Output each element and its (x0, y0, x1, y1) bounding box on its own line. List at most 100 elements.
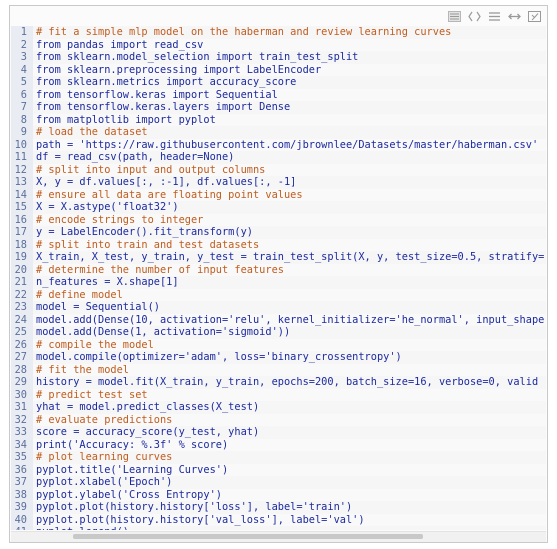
line-number: 18 (11, 238, 33, 251)
line-number: 29 (11, 376, 33, 389)
code-line: 12 # split into input and output columns (11, 163, 546, 176)
wrap-icon[interactable] (507, 9, 521, 23)
code-line: 24 model.add(Dense(10, activation='relu',… (11, 313, 546, 326)
code-comment: # define model (36, 288, 123, 301)
line-number: 28 (11, 363, 33, 376)
line-number: 41 (11, 526, 33, 530)
line-number: 4 (11, 63, 33, 76)
code-line: 3 from sklearn.model_selection import tra… (11, 51, 546, 64)
view-source-icon[interactable] (447, 9, 461, 23)
line-number: 25 (11, 326, 33, 339)
print-icon[interactable] (487, 9, 501, 23)
line-number: 13 (11, 176, 33, 189)
code-line: 17 y = LabelEncoder().fit_transform(y) (11, 226, 546, 239)
code-line: 13 X, y = df.values[:, :-1], df.values[:,… (11, 176, 546, 189)
line-number: 22 (11, 288, 33, 301)
code-text: path = 'https://raw.githubusercontent.co… (36, 138, 539, 151)
line-number: 10 (11, 138, 33, 151)
code-line: 31 yhat = model.predict_classes(X_test) (11, 401, 546, 414)
line-number: 5 (11, 76, 33, 89)
code-line: 11 df = read_csv(path, header=None) (11, 151, 546, 164)
code-text: model.add(Dense(10, activation='relu', k… (36, 313, 545, 326)
code-comment: # fit a simple mlp model on the haberman… (36, 26, 452, 38)
code-text: model.compile(optimizer='adam', loss='bi… (36, 351, 402, 363)
code-text: from matplotlib import pyplot (36, 113, 216, 126)
code-comment: # split into input and output columns (36, 163, 266, 176)
code-line: 39 pyplot.plot(history.history['loss'], l… (11, 501, 546, 514)
code-line: 40 pyplot.plot(history.history['val_loss'… (11, 513, 546, 526)
code-text: pyplot.title('Learning Curves') (36, 463, 229, 476)
code-text: from sklearn.preprocessing import LabelE… (36, 63, 322, 76)
line-number: 3 (11, 51, 33, 64)
code-comment: # encode strings to integer (36, 213, 204, 226)
line-number: 6 (11, 88, 33, 101)
code-line: 32 # evaluate predictions (11, 413, 546, 426)
line-number: 32 (11, 413, 33, 426)
expand-icon[interactable] (527, 9, 541, 23)
line-number: 15 (11, 201, 33, 214)
line-number: 8 (11, 113, 33, 126)
code-text: score = accuracy_score(y_test, yhat) (36, 426, 260, 438)
line-number: 1 (11, 26, 33, 39)
code-line: 37 pyplot.xlabel('Epoch') (11, 476, 546, 489)
code-line: 33 score = accuracy_score(y_test, yhat) (11, 426, 546, 439)
line-number: 34 (11, 438, 33, 451)
code-text: pyplot.legend() (33, 526, 129, 530)
code-text: from tensorflow.keras.layers import Dens… (36, 101, 291, 113)
line-number: 11 (11, 151, 33, 164)
code-line: 30 # predict test set (11, 388, 546, 401)
line-number: 16 (11, 213, 33, 226)
line-number: 35 (11, 451, 33, 464)
line-number: 23 (11, 301, 33, 314)
line-number: 21 (11, 276, 33, 289)
code-line: 18 # split into train and test datasets (11, 238, 546, 251)
code-line: 2 from pandas import read_csv (11, 38, 546, 51)
code-line: 16 # encode strings to integer (11, 213, 546, 226)
code-text: pyplot.ylabel('Cross Entropy') (36, 488, 222, 501)
line-number: 31 (11, 401, 33, 414)
code-line: 27 model.compile(optimizer='adam', loss='… (11, 351, 546, 364)
code-line: 9 # load the dataset (11, 126, 546, 139)
code-text: model.add(Dense(1, activation='sigmoid')… (36, 326, 291, 338)
code-comment: # evaluate predictions (36, 413, 173, 426)
code-text: df = read_csv(path, header=None) (36, 151, 235, 163)
code-line: 28 # fit the model (11, 363, 546, 376)
code-area[interactable]: 1 # fit a simple mlp model on the haberma… (11, 26, 546, 530)
code-text: yhat = model.predict_classes(X_test) (36, 401, 260, 413)
code-line: 7 from tensorflow.keras.layers import Den… (11, 101, 546, 114)
scrollbar-thumb[interactable] (73, 534, 423, 539)
line-number: 2 (11, 38, 33, 51)
horizontal-scrollbar[interactable] (11, 531, 546, 542)
line-number: 37 (11, 476, 33, 489)
code-text: pyplot.plot(history.history['val_loss'],… (36, 513, 365, 526)
line-number: 30 (11, 388, 33, 401)
code-line: 36 pyplot.title('Learning Curves') (11, 463, 546, 476)
code-line: 6 from tensorflow.keras import Sequential (11, 88, 546, 101)
code-text: pyplot.plot(history.history['loss'], lab… (36, 501, 353, 513)
code-line: 14 # ensure all data are floating point v… (11, 188, 546, 201)
code-comment: # determine the number of input features (36, 263, 284, 276)
code-line: 5 from sklearn.metrics import accuracy_sc… (11, 76, 546, 89)
code-comment: # ensure all data are floating point val… (36, 188, 303, 201)
line-number: 38 (11, 488, 33, 501)
line-number: 40 (11, 513, 33, 526)
line-number: 39 (11, 501, 33, 514)
code-line: 1 # fit a simple mlp model on the haberma… (11, 26, 546, 39)
code-text: from sklearn.metrics import accuracy_sco… (36, 76, 297, 88)
code-line: 41pyplot.legend() (11, 526, 546, 530)
code-comment: # plot learning curves (36, 451, 173, 463)
line-number: 20 (11, 263, 33, 276)
code-line: 10 path = 'https://raw.githubusercontent.… (11, 138, 546, 151)
copy-icon[interactable] (467, 9, 481, 23)
code-line: 29 history = model.fit(X_train, y_train, … (11, 376, 546, 389)
code-line: 4 from sklearn.preprocessing import Label… (11, 63, 546, 76)
line-number: 12 (11, 163, 33, 176)
line-number: 27 (11, 351, 33, 364)
code-text: from sklearn.model_selection import trai… (36, 51, 359, 63)
code-line: 21 n_features = X.shape[1] (11, 276, 546, 289)
code-line: 26 # compile the model (11, 338, 546, 351)
code-comment: # fit the model (36, 363, 129, 376)
line-number: 9 (11, 126, 33, 139)
code-comment: # compile the model (36, 338, 154, 351)
code-line: 8 from matplotlib import pyplot (11, 113, 546, 126)
